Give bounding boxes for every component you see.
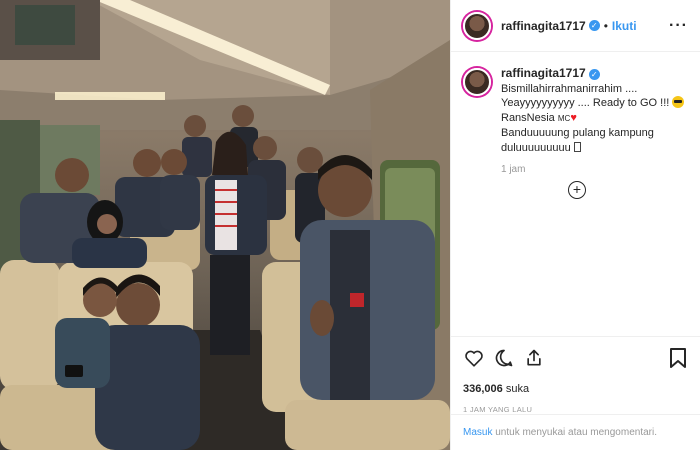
- caption-time[interactable]: 1 jam: [501, 163, 684, 178]
- bookmark-icon[interactable]: [667, 347, 689, 369]
- post-actions: 336,006 suka 1 JAM YANG LALU: [451, 336, 700, 414]
- caption-body: raffinagita1717 ✓ Bismillahirrahmanirrahi…: [501, 66, 685, 178]
- caption-line-3-text: RansNesia: [501, 111, 555, 124]
- caption-line-3-small: MC: [557, 113, 571, 123]
- verified-badge-icon: ✓: [588, 20, 600, 31]
- more-options-icon[interactable]: ···: [669, 17, 688, 35]
- caption-username[interactable]: raffinagita1717: [501, 66, 586, 80]
- caption-line-4: Banduuuuung pulang kampung: [501, 127, 654, 139]
- action-row: [463, 347, 689, 369]
- post-side-panel: raffinagita1717 ✓ • Ikuti ··· raffinagit…: [450, 0, 700, 450]
- login-link[interactable]: Masuk: [463, 427, 492, 438]
- caption-line-2: Yeayyyyyyyyyy .... Ready to GO !!!: [501, 96, 685, 111]
- caption-line-3: RansNesia MC♥: [501, 111, 684, 127]
- caption-line-1: Bismillahirrahmanirrahim ....: [501, 82, 638, 95]
- bus-interior-group-photo: [0, 0, 450, 450]
- comment-bubble-icon[interactable]: [493, 347, 515, 369]
- unknown-glyph-icon: [573, 141, 581, 152]
- caption-line-2-text: Yeayyyyyyyyyy .... Ready to GO !!!: [501, 97, 670, 109]
- likes-number: 336,006: [463, 383, 503, 395]
- login-prompt-text: untuk menyukai atau mengomentari.: [495, 427, 657, 438]
- caption-line-5: duluuuuuuuuu: [501, 141, 684, 156]
- red-heart-icon: ♥: [570, 111, 577, 124]
- likes-label: suka: [505, 383, 530, 395]
- caption-line-5-text: duluuuuuuuuu: [501, 141, 571, 154]
- likes-count[interactable]: 336,006 suka: [463, 383, 689, 395]
- post-photo[interactable]: [0, 0, 450, 450]
- login-prompt: Masuk untuk menyukai atau mengomentari.: [451, 414, 700, 450]
- heart-outline-icon[interactable]: [463, 347, 485, 369]
- post-header: raffinagita1717 ✓ • Ikuti ···: [451, 0, 700, 52]
- posted-time[interactable]: 1 JAM YANG LALU: [463, 405, 689, 414]
- caption-avatar[interactable]: [463, 68, 491, 96]
- avatar[interactable]: [463, 11, 491, 40]
- follow-button[interactable]: Ikuti: [612, 19, 637, 33]
- caption: raffinagita1717 ✓ Bismillahirrahmanirrahi…: [463, 66, 693, 178]
- separator-dot: •: [603, 18, 608, 33]
- header-username[interactable]: raffinagita1717: [501, 19, 586, 33]
- sunglasses-emoji-icon: [672, 96, 685, 108]
- share-icon[interactable]: [523, 347, 545, 369]
- verified-badge-icon: ✓: [588, 69, 600, 80]
- plus-circle-icon[interactable]: +: [568, 181, 586, 199]
